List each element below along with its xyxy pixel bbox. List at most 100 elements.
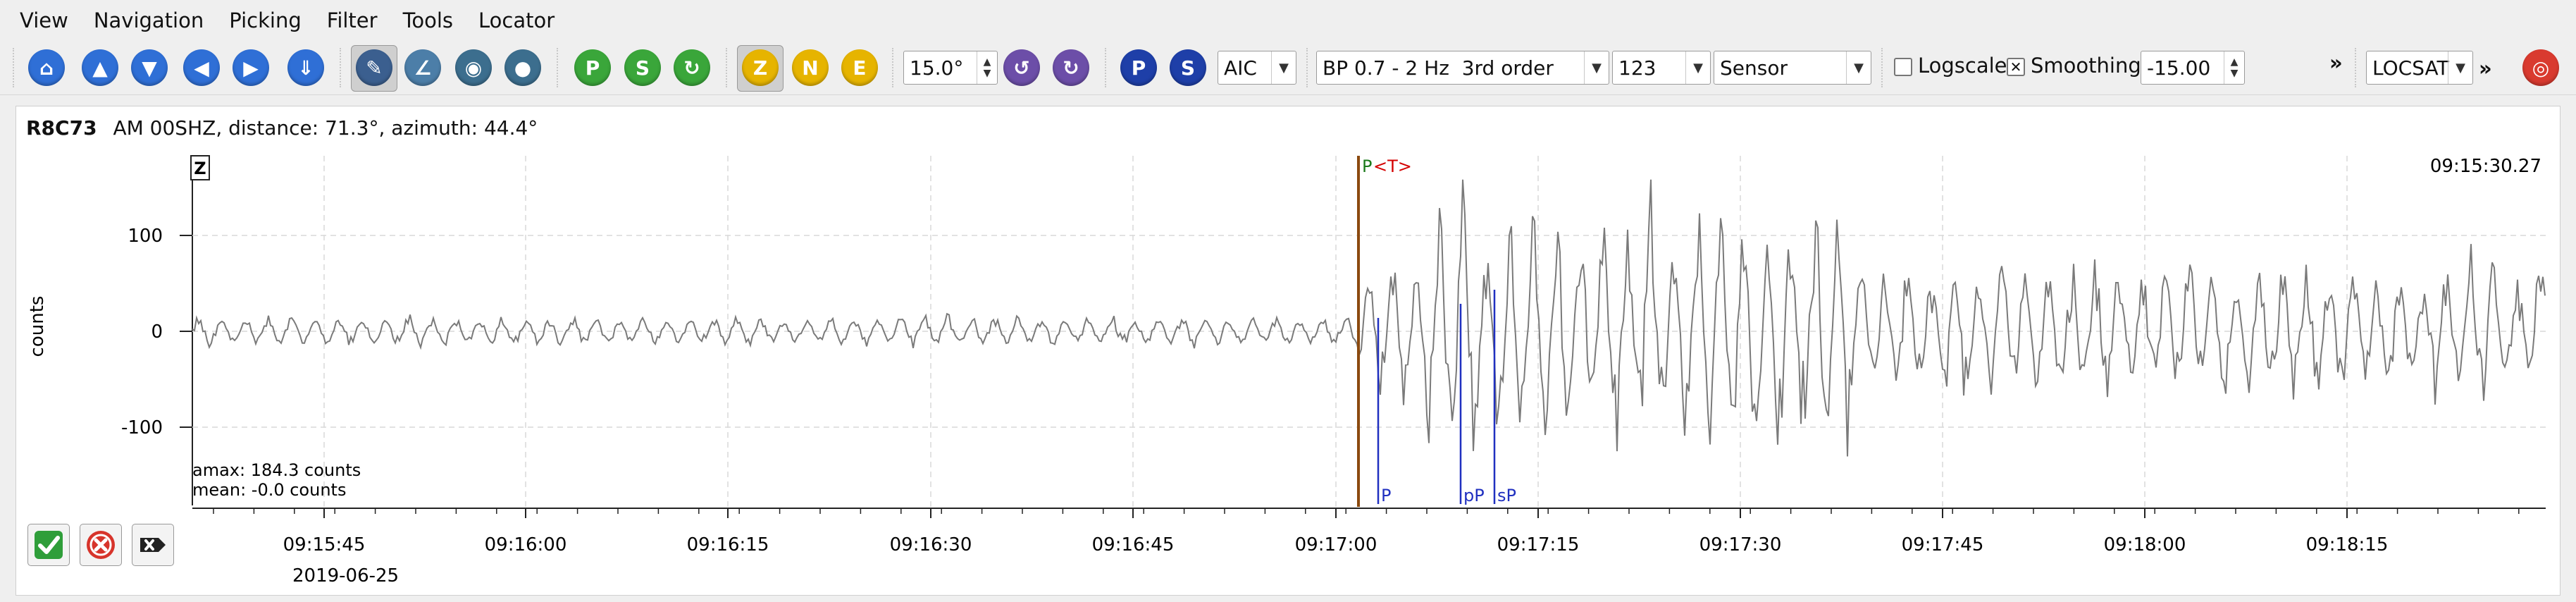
- seismogram-trace[interactable]: [192, 179, 2546, 457]
- x-tick-label: 09:15:45: [283, 534, 366, 555]
- clear-icon: [140, 538, 166, 552]
- trace-plot[interactable]: counts 100 0 -100 09:15:45 09:16:00 09:1…: [16, 106, 2561, 596]
- component-label: Z: [194, 159, 206, 178]
- smoothing-value: -15.00: [2147, 56, 2211, 80]
- x-tick-labels: 09:15:45 09:16:00 09:16:15 09:16:30 09:1…: [283, 534, 2389, 555]
- theoretical-p-icon[interactable]: P: [1120, 49, 1157, 86]
- y-tick-label: -100: [121, 417, 163, 438]
- angle-value: 15.0°: [910, 56, 964, 80]
- chevron-down-icon[interactable]: ▼: [2448, 51, 2472, 84]
- home-icon[interactable]: ⌂: [28, 49, 65, 86]
- toolbar-separator: [892, 48, 895, 87]
- accept-button[interactable]: [27, 524, 70, 566]
- angle-icon[interactable]: ∠: [404, 49, 441, 86]
- pick-p-icon[interactable]: P: [574, 49, 611, 86]
- x-tick-label: 09:16:00: [485, 534, 567, 555]
- toolbar-separator: [1105, 48, 1108, 87]
- logscale-checkbox[interactable]: [1894, 58, 1912, 76]
- pick-label-type: <T>: [1373, 156, 1412, 176]
- unit-select[interactable]: Sensor ▼: [1714, 51, 1871, 85]
- pick-s-icon[interactable]: S: [624, 49, 661, 86]
- smoothing-spinbox[interactable]: -15.00 ▲ ▼: [2141, 51, 2245, 85]
- toolbar-separator: [1306, 48, 1309, 87]
- prev-up-icon[interactable]: ▲: [82, 49, 118, 86]
- angle-spinbox[interactable]: 15.0° ▲ ▼: [903, 51, 998, 85]
- filter-value: BP 0.7 - 2 Hz 3rd order: [1323, 56, 1554, 80]
- toolbar: ⌂ ▲ ▼ ◀ ▶ ⇓ ✎ ∠ ◉ ● P S ↻ Z N E 15.0° ▲ ▼…: [0, 41, 2576, 95]
- rotate-right-icon[interactable]: ↻: [1053, 49, 1089, 86]
- menu-tools[interactable]: Tools: [403, 8, 453, 32]
- spin-arrows-icon[interactable]: ▲ ▼: [2224, 51, 2244, 84]
- menu-locator[interactable]: Locator: [478, 8, 555, 32]
- chevron-down-icon[interactable]: ▼: [1584, 51, 1609, 84]
- date-label: 2019-06-25: [292, 565, 399, 586]
- amax-label: amax: 184.3 counts: [192, 460, 361, 480]
- x-tick-label: 09:17:30: [1699, 534, 1782, 555]
- prev-left-icon[interactable]: ◀: [183, 49, 220, 86]
- more-overflow-icon[interactable]: »: [2329, 51, 2343, 75]
- unit-value: Sensor: [1720, 56, 1788, 80]
- x-tick-label: 09:18:15: [2306, 534, 2389, 555]
- y-tick-label: 100: [128, 226, 163, 247]
- x-tick-label: 09:18:00: [2104, 534, 2186, 555]
- chevron-down-icon[interactable]: ▼: [1685, 51, 1710, 84]
- checkmark-icon: [35, 531, 63, 559]
- trace-time-label: 09:15:30.27: [2430, 156, 2541, 177]
- channel-value: 123: [1618, 56, 1657, 80]
- theoretical-s-icon[interactable]: S: [1170, 49, 1206, 86]
- chevron-down-icon[interactable]: ▼: [1271, 51, 1296, 84]
- chevron-down-icon[interactable]: ▼: [1846, 51, 1871, 84]
- grid-horizontal: [192, 235, 2546, 428]
- toolbar-separator: [726, 48, 729, 87]
- pick-refresh-icon[interactable]: ↻: [674, 49, 710, 86]
- menu-view[interactable]: View: [20, 8, 68, 32]
- next-right-icon[interactable]: ▶: [233, 49, 269, 86]
- theoretical-pick-label: sP: [1497, 486, 1516, 505]
- toolbar-separator: [1881, 48, 1884, 87]
- pick-label-p: P: [1362, 156, 1372, 176]
- eye-icon[interactable]: ◉: [455, 49, 492, 86]
- more-overflow-icon-2[interactable]: »: [2479, 56, 2492, 80]
- menu-bar: View Navigation Picking Filter Tools Loc…: [0, 0, 2576, 41]
- menu-navigation[interactable]: Navigation: [94, 8, 204, 32]
- menu-picking[interactable]: Picking: [229, 8, 302, 32]
- theoretical-pick-label: P: [1381, 486, 1391, 505]
- channel-select[interactable]: 123 ▼: [1612, 51, 1711, 85]
- locator-value: LOCSAT: [2372, 56, 2449, 80]
- record-icon[interactable]: ●: [504, 49, 541, 86]
- smoothing-checkbox[interactable]: ✕: [2007, 58, 2025, 76]
- scroll-down-icon[interactable]: ⇓: [287, 49, 324, 86]
- pick-mode-icon[interactable]: ✎: [356, 49, 392, 86]
- grid-vertical: [213, 156, 2520, 518]
- x-tick-label: 09:17:45: [1902, 534, 1984, 555]
- y-axis-label: counts: [27, 296, 48, 357]
- target-locate-icon[interactable]: ◎: [2522, 49, 2559, 86]
- mean-label: mean: -0.0 counts: [192, 480, 346, 500]
- menu-filter[interactable]: Filter: [327, 8, 378, 32]
- next-down-icon[interactable]: ▼: [131, 49, 168, 86]
- y-tick-label: 0: [151, 321, 163, 343]
- toolbar-separator: [13, 48, 16, 87]
- y-ticks: 100 0 -100: [121, 226, 192, 438]
- rotate-left-icon[interactable]: ↺: [1003, 49, 1040, 86]
- picker-select[interactable]: AIC ▼: [1218, 51, 1296, 85]
- logscale-label: Logscale: [1918, 54, 2007, 78]
- picker-value: AIC: [1224, 56, 1257, 80]
- spin-arrows-icon[interactable]: ▲ ▼: [977, 51, 997, 84]
- reject-button[interactable]: [80, 524, 122, 566]
- toolbar-separator: [2355, 48, 2358, 87]
- component-e-button[interactable]: E: [841, 49, 878, 86]
- locator-select[interactable]: LOCSAT ▼: [2366, 51, 2473, 85]
- x-tick-label: 09:16:30: [890, 534, 972, 555]
- x-tick-label: 09:17:00: [1295, 534, 1377, 555]
- toolbar-separator: [557, 48, 559, 87]
- clear-button[interactable]: [132, 524, 174, 566]
- component-n-button[interactable]: N: [792, 49, 829, 86]
- trace-panel: R8C73 AM 00SHZ, distance: 71.3°, azimuth…: [16, 106, 2560, 596]
- component-z-button[interactable]: Z: [742, 49, 779, 86]
- filter-select[interactable]: BP 0.7 - 2 Hz 3rd order ▼: [1316, 51, 1609, 85]
- smoothing-label: Smoothing: [2031, 54, 2141, 78]
- x-tick-label: 09:16:15: [687, 534, 769, 555]
- x-tick-label: 09:16:45: [1092, 534, 1175, 555]
- theoretical-pick-label: pP: [1463, 486, 1485, 505]
